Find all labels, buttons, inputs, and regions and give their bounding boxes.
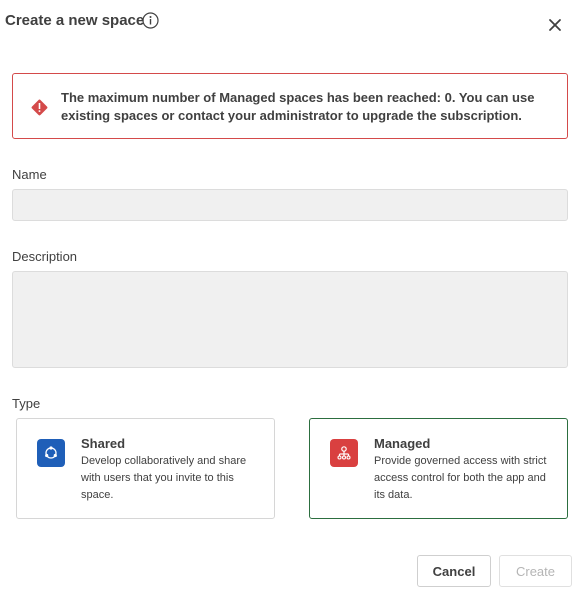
- close-icon[interactable]: [545, 15, 565, 35]
- type-label: Type: [12, 396, 41, 411]
- type-option-managed[interactable]: Managed Provide governed access with str…: [309, 418, 568, 519]
- info-icon[interactable]: [142, 12, 159, 29]
- name-label: Name: [12, 167, 47, 182]
- name-input[interactable]: [12, 189, 568, 221]
- type-option-shared[interactable]: Shared Develop collaboratively and share…: [16, 418, 275, 519]
- managed-space-icon: [330, 439, 358, 467]
- error-alert: The maximum number of Managed spaces has…: [12, 73, 568, 139]
- shared-space-icon: [37, 439, 65, 467]
- description-label: Description: [12, 249, 78, 264]
- alert-message: The maximum number of Managed spaces has…: [61, 90, 535, 123]
- managed-description: Provide governed access with strict acce…: [374, 455, 547, 501]
- shared-description: Develop collaboratively and share with u…: [81, 455, 247, 501]
- create-button[interactable]: Create: [499, 555, 572, 587]
- dialog-title: Create a new space: [5, 12, 145, 29]
- shared-title: Shared: [81, 436, 126, 451]
- description-input[interactable]: [12, 271, 568, 368]
- cancel-button[interactable]: Cancel: [417, 555, 491, 587]
- managed-title: Managed: [374, 436, 431, 451]
- warning-icon: [31, 99, 48, 116]
